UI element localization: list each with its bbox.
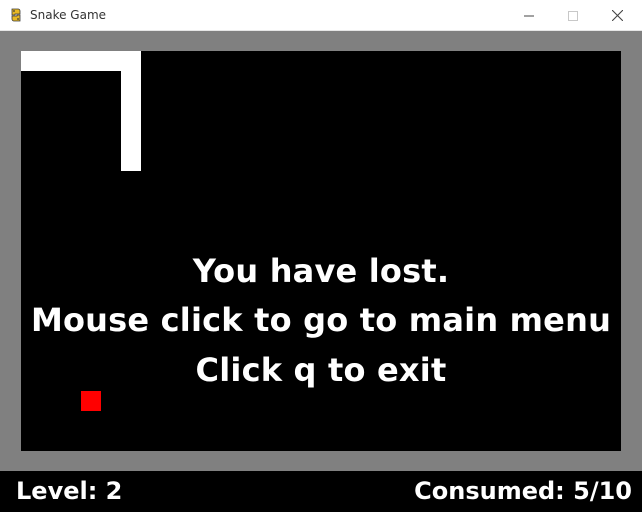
- minimize-button[interactable]: [506, 0, 552, 31]
- game-over-message: You have lost.: [192, 252, 450, 290]
- minimize-icon: [524, 15, 534, 16]
- window-title: Snake Game: [30, 8, 107, 22]
- status-bar: Level: 2 Consumed: 5/10: [0, 471, 642, 512]
- title-bar: Snake Game: [0, 0, 642, 31]
- close-button[interactable]: [594, 0, 640, 31]
- python-snake-icon: [8, 7, 24, 23]
- snake-food: [81, 391, 101, 411]
- main-menu-instruction: Mouse click to go to main menu: [30, 301, 612, 339]
- game-playfield[interactable]: You have lost. Mouse click to go to main…: [21, 51, 621, 451]
- maximize-button[interactable]: [550, 0, 596, 31]
- maximize-icon: [568, 10, 578, 21]
- exit-instruction: Click q to exit: [195, 351, 447, 389]
- close-icon: [611, 10, 623, 21]
- consumed-counter: Consumed: 5/10: [414, 477, 632, 505]
- level-indicator: Level: 2: [16, 477, 123, 505]
- snake-body-segment: [121, 51, 141, 171]
